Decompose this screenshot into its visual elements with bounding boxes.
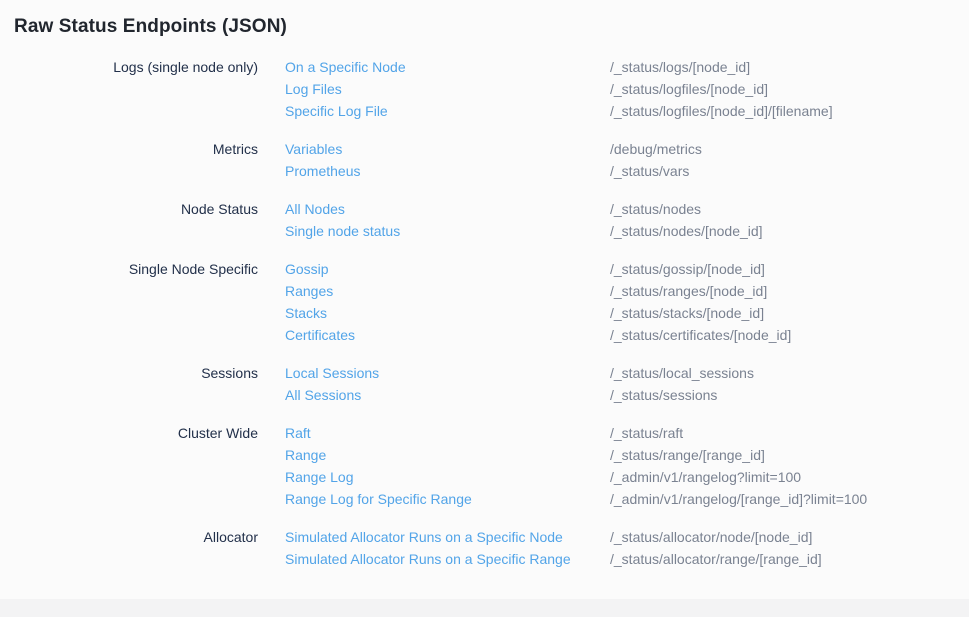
endpoint-link[interactable]: All Sessions	[285, 384, 361, 406]
page-title: Raw Status Endpoints (JSON)	[14, 14, 969, 40]
endpoint-path: /_status/sessions	[610, 384, 969, 406]
endpoint-path: /_status/gossip/[node_id]	[610, 258, 969, 280]
raw-status-endpoints-page: Raw Status Endpoints (JSON) Logs (single…	[0, 14, 969, 570]
endpoint-group: MetricsVariablesPrometheus/debug/metrics…	[0, 138, 969, 182]
endpoint-link[interactable]: Range	[285, 444, 326, 466]
endpoint-path: /_admin/v1/rangelog/[range_id]?limit=100	[610, 488, 969, 510]
endpoint-group: Cluster WideRaftRangeRange LogRange Log …	[0, 422, 969, 510]
endpoint-links-column: Simulated Allocator Runs on a Specific N…	[258, 526, 610, 570]
endpoint-path: /_status/range/[range_id]	[610, 444, 969, 466]
endpoint-path: /debug/metrics	[610, 138, 969, 160]
endpoint-group: SessionsLocal SessionsAll Sessions/_stat…	[0, 362, 969, 406]
group-label: Logs (single node only)	[0, 56, 258, 122]
endpoint-links-column: Local SessionsAll Sessions	[258, 362, 610, 406]
endpoint-path: /_status/raft	[610, 422, 969, 444]
endpoint-group: Node StatusAll NodesSingle node status/_…	[0, 198, 969, 242]
endpoint-links-column: RaftRangeRange LogRange Log for Specific…	[258, 422, 610, 510]
endpoint-link[interactable]: Certificates	[285, 324, 355, 346]
endpoint-paths-column: /_status/logs/[node_id]/_status/logfiles…	[610, 56, 969, 122]
endpoint-link[interactable]: Stacks	[285, 302, 327, 324]
endpoint-path: /_status/vars	[610, 160, 969, 182]
endpoint-path: /_status/allocator/node/[node_id]	[610, 526, 969, 548]
endpoint-path: /_status/logfiles/[node_id]	[610, 78, 969, 100]
endpoint-link[interactable]: Gossip	[285, 258, 329, 280]
group-label: Metrics	[0, 138, 258, 182]
endpoint-link[interactable]: Range Log	[285, 466, 354, 488]
endpoint-link[interactable]: Simulated Allocator Runs on a Specific N…	[285, 526, 563, 548]
endpoint-link[interactable]: All Nodes	[285, 198, 345, 220]
footer-strip	[0, 599, 969, 617]
endpoint-link[interactable]: Ranges	[285, 280, 333, 302]
endpoint-paths-column: /debug/metrics/_status/vars	[610, 138, 969, 182]
endpoint-link[interactable]: Range Log for Specific Range	[285, 488, 472, 510]
endpoint-group: Logs (single node only)On a Specific Nod…	[0, 56, 969, 122]
endpoint-path: /_admin/v1/rangelog?limit=100	[610, 466, 969, 488]
endpoint-path: /_status/logfiles/[node_id]/[filename]	[610, 100, 969, 122]
endpoint-path: /_status/nodes/[node_id]	[610, 220, 969, 242]
endpoint-links-column: All NodesSingle node status	[258, 198, 610, 242]
endpoint-link[interactable]: Variables	[285, 138, 342, 160]
endpoint-paths-column: /_status/nodes/_status/nodes/[node_id]	[610, 198, 969, 242]
group-label: Cluster Wide	[0, 422, 258, 510]
group-label: Allocator	[0, 526, 258, 570]
endpoint-group: Single Node SpecificGossipRangesStacksCe…	[0, 258, 969, 346]
endpoint-paths-column: /_status/gossip/[node_id]/_status/ranges…	[610, 258, 969, 346]
endpoint-link[interactable]: On a Specific Node	[285, 56, 406, 78]
endpoint-paths-column: /_status/allocator/node/[node_id]/_statu…	[610, 526, 969, 570]
endpoint-link[interactable]: Log Files	[285, 78, 342, 100]
endpoint-group: Allocator Simulated Allocator Runs on a S…	[0, 526, 969, 570]
endpoint-paths-column: /_status/raft/_status/range/[range_id]/_…	[610, 422, 969, 510]
endpoint-link[interactable]: Raft	[285, 422, 311, 444]
endpoint-path: /_status/stacks/[node_id]	[610, 302, 969, 324]
endpoint-link[interactable]: Local Sessions	[285, 362, 379, 384]
endpoint-link[interactable]: Single node status	[285, 220, 400, 242]
endpoint-link[interactable]: Simulated Allocator Runs on a Specific R…	[285, 548, 571, 570]
endpoint-path: /_status/local_sessions	[610, 362, 969, 384]
endpoint-path: /_status/allocator/range/[range_id]	[610, 548, 969, 570]
endpoint-path: /_status/logs/[node_id]	[610, 56, 969, 78]
endpoint-groups: Logs (single node only)On a Specific Nod…	[0, 56, 969, 570]
endpoint-links-column: GossipRangesStacksCertificates	[258, 258, 610, 346]
endpoint-links-column: On a Specific NodeLog FilesSpecific Log …	[258, 56, 610, 122]
endpoint-link[interactable]: Prometheus	[285, 160, 360, 182]
endpoint-link[interactable]: Specific Log File	[285, 100, 388, 122]
endpoint-path: /_status/certificates/[node_id]	[610, 324, 969, 346]
endpoint-path: /_status/nodes	[610, 198, 969, 220]
group-label: Single Node Specific	[0, 258, 258, 346]
group-label: Node Status	[0, 198, 258, 242]
endpoint-paths-column: /_status/local_sessions/_status/sessions	[610, 362, 969, 406]
endpoint-path: /_status/ranges/[node_id]	[610, 280, 969, 302]
group-label: Sessions	[0, 362, 258, 406]
endpoint-links-column: VariablesPrometheus	[258, 138, 610, 182]
